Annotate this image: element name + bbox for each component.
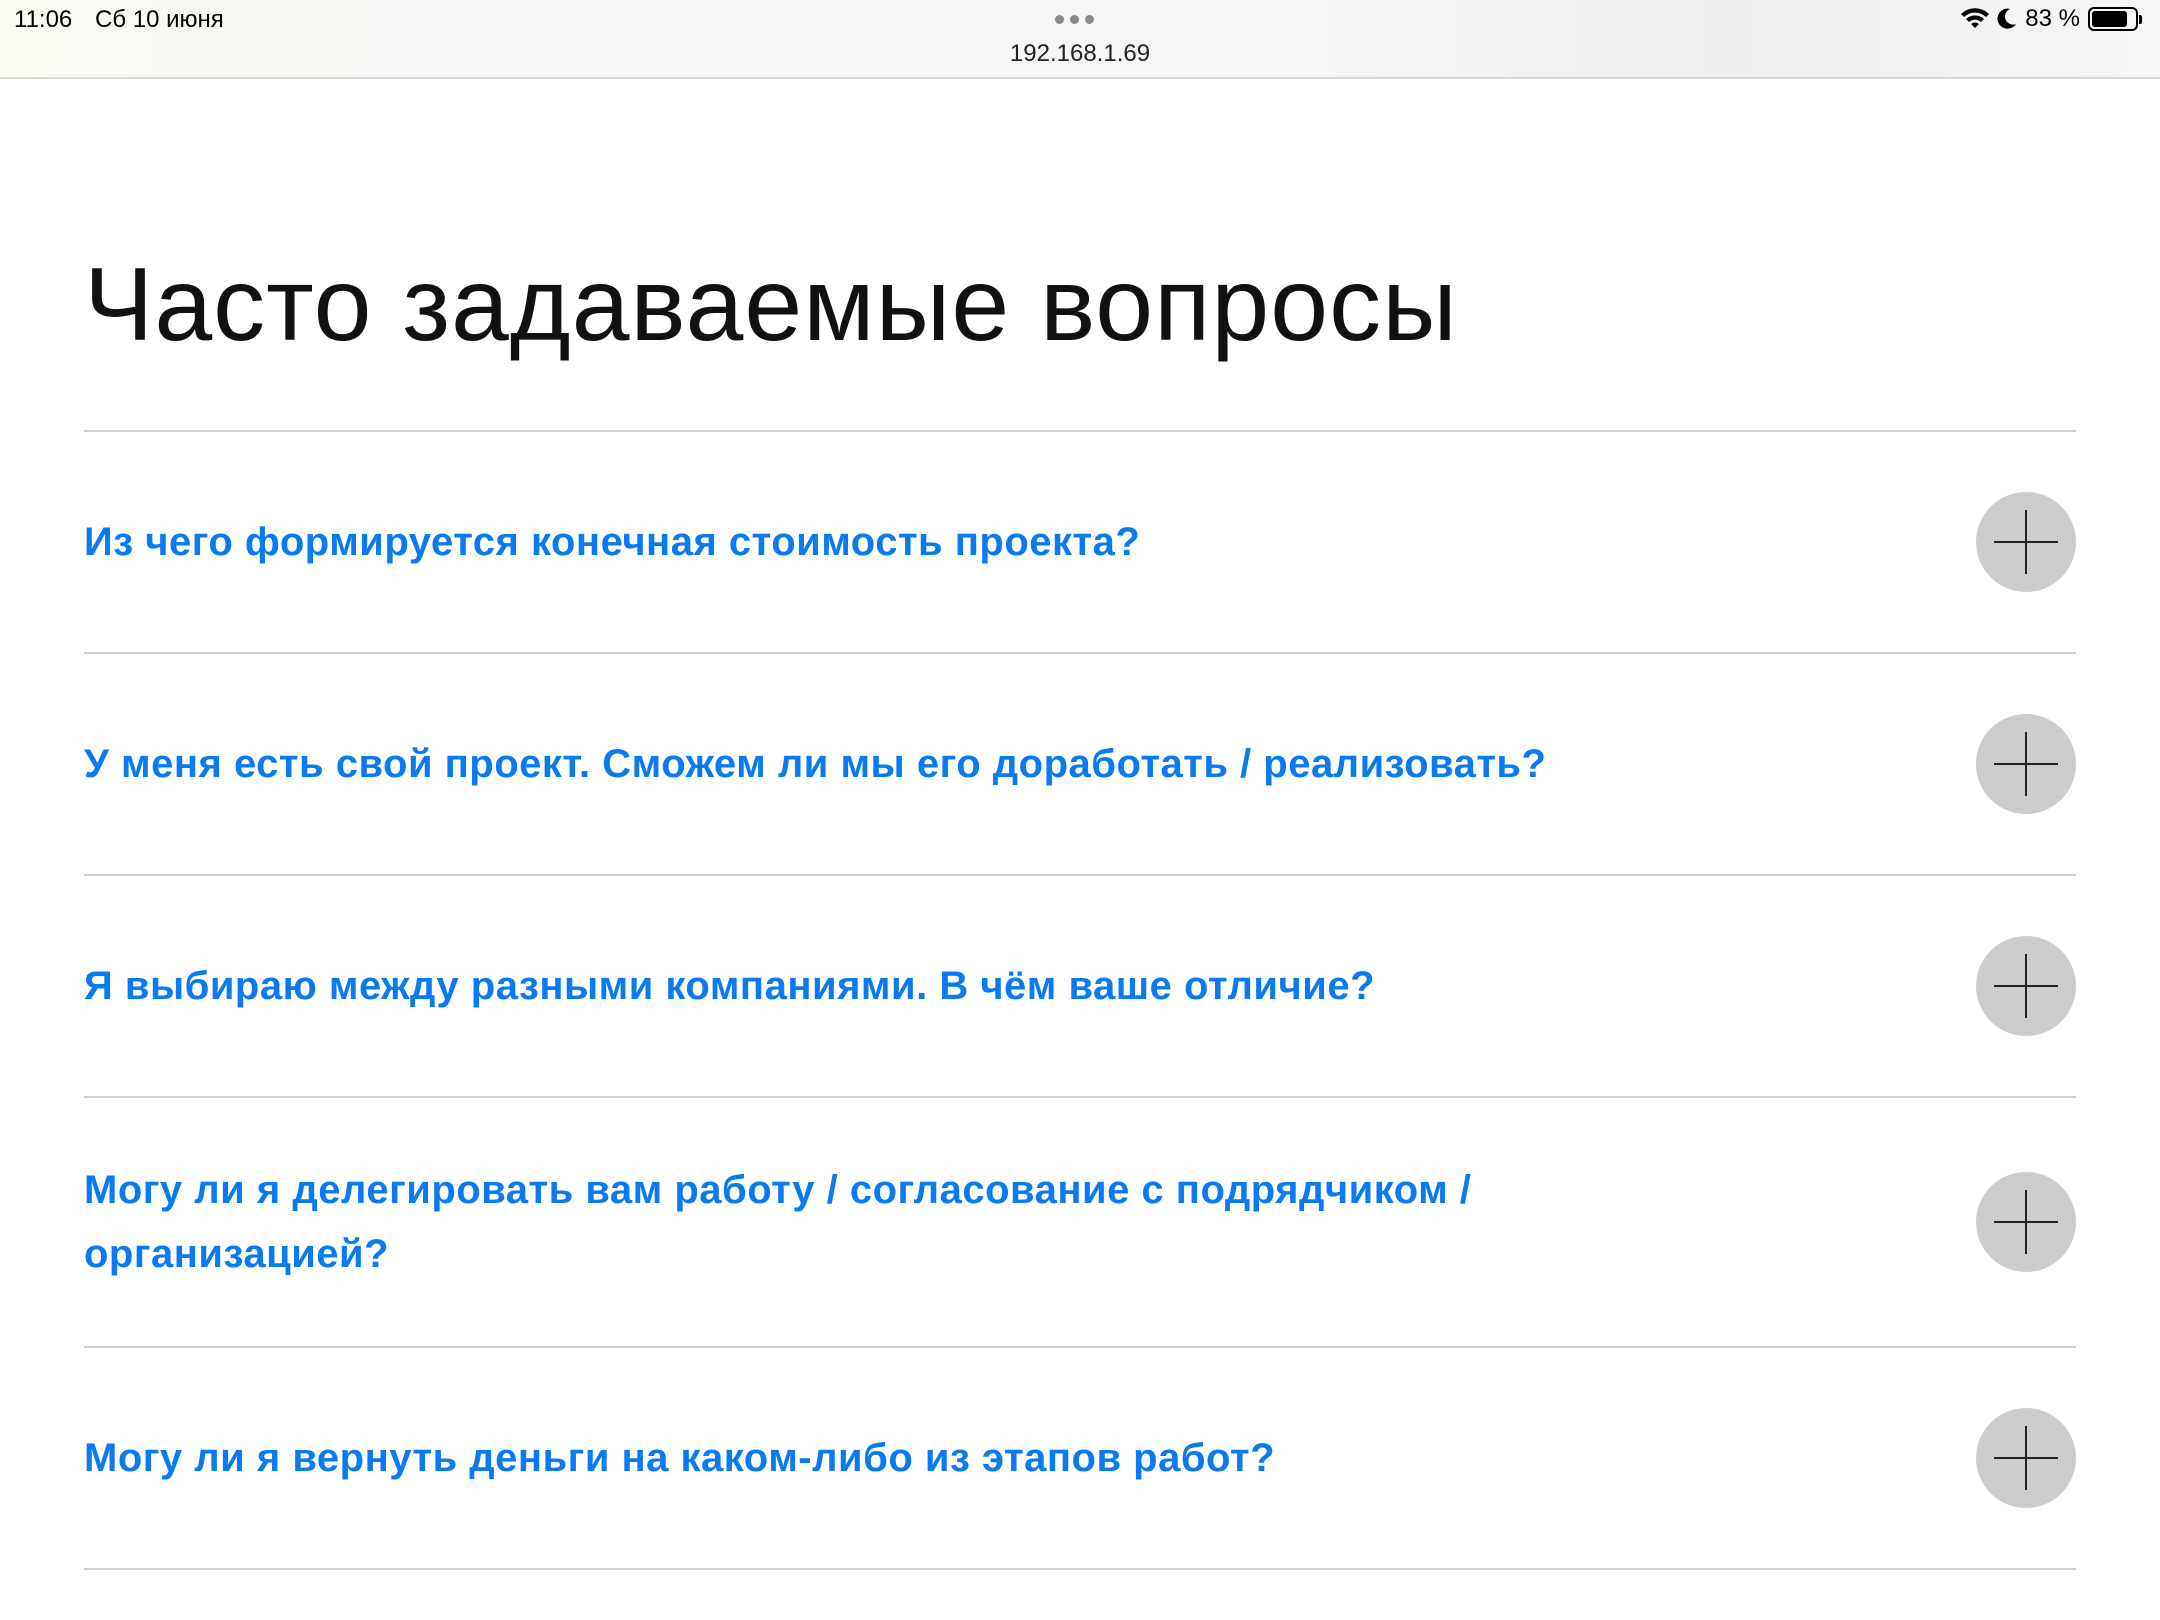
wifi-icon — [1961, 8, 1990, 28]
expand-plus-button[interactable] — [1976, 714, 2076, 814]
expand-plus-button[interactable] — [1976, 492, 2076, 592]
status-date: Сб 10 июня — [95, 6, 224, 33]
expand-plus-button[interactable] — [1976, 936, 2076, 1036]
faq-question[interactable]: Могу ли я вернуть деньги на каком-либо и… — [84, 1426, 1275, 1490]
battery-icon — [2088, 7, 2142, 31]
address-bar[interactable]: 192.168.1.69 — [0, 40, 2160, 68]
status-indicators: 83 % — [1961, 5, 2142, 33]
battery-percent: 83 % — [2025, 5, 2080, 32]
expand-plus-button[interactable] — [1976, 1172, 2076, 1272]
moon-icon — [1997, 8, 2017, 29]
status-bar: 11:06 Сб 10 июня 192.168.1.69 83 % — [0, 0, 2160, 79]
faq-question[interactable]: Я выбираю между разными компаниями. В чё… — [84, 954, 1375, 1018]
faq-question[interactable]: Из чего формируется конечная стоимость п… — [84, 510, 1140, 574]
faq-item[interactable]: Я выбираю между разными компаниями. В чё… — [84, 876, 2076, 1098]
status-time: 11:06 — [14, 6, 73, 33]
faq-section: Часто задаваемые вопросы Из чего формиру… — [84, 79, 2076, 1570]
faq-list: Из чего формируется конечная стоимость п… — [84, 430, 2076, 1570]
more-dots-icon[interactable] — [1055, 15, 1094, 24]
faq-item[interactable]: У меня есть свой проект. Сможем ли мы ег… — [84, 654, 2076, 876]
faq-item[interactable]: Могу ли я делегировать вам работу / согл… — [84, 1098, 2076, 1348]
faq-question[interactable]: Могу ли я делегировать вам работу / согл… — [84, 1158, 1784, 1286]
expand-plus-button[interactable] — [1976, 1408, 2076, 1508]
faq-question[interactable]: У меня есть свой проект. Сможем ли мы ег… — [84, 732, 1546, 796]
battery-fill — [2092, 11, 2127, 27]
faq-item[interactable]: Могу ли я вернуть деньги на каком-либо и… — [84, 1348, 2076, 1570]
faq-item[interactable]: Из чего формируется конечная стоимость п… — [84, 432, 2076, 654]
page-title: Часто задаваемые вопросы — [84, 247, 1458, 363]
